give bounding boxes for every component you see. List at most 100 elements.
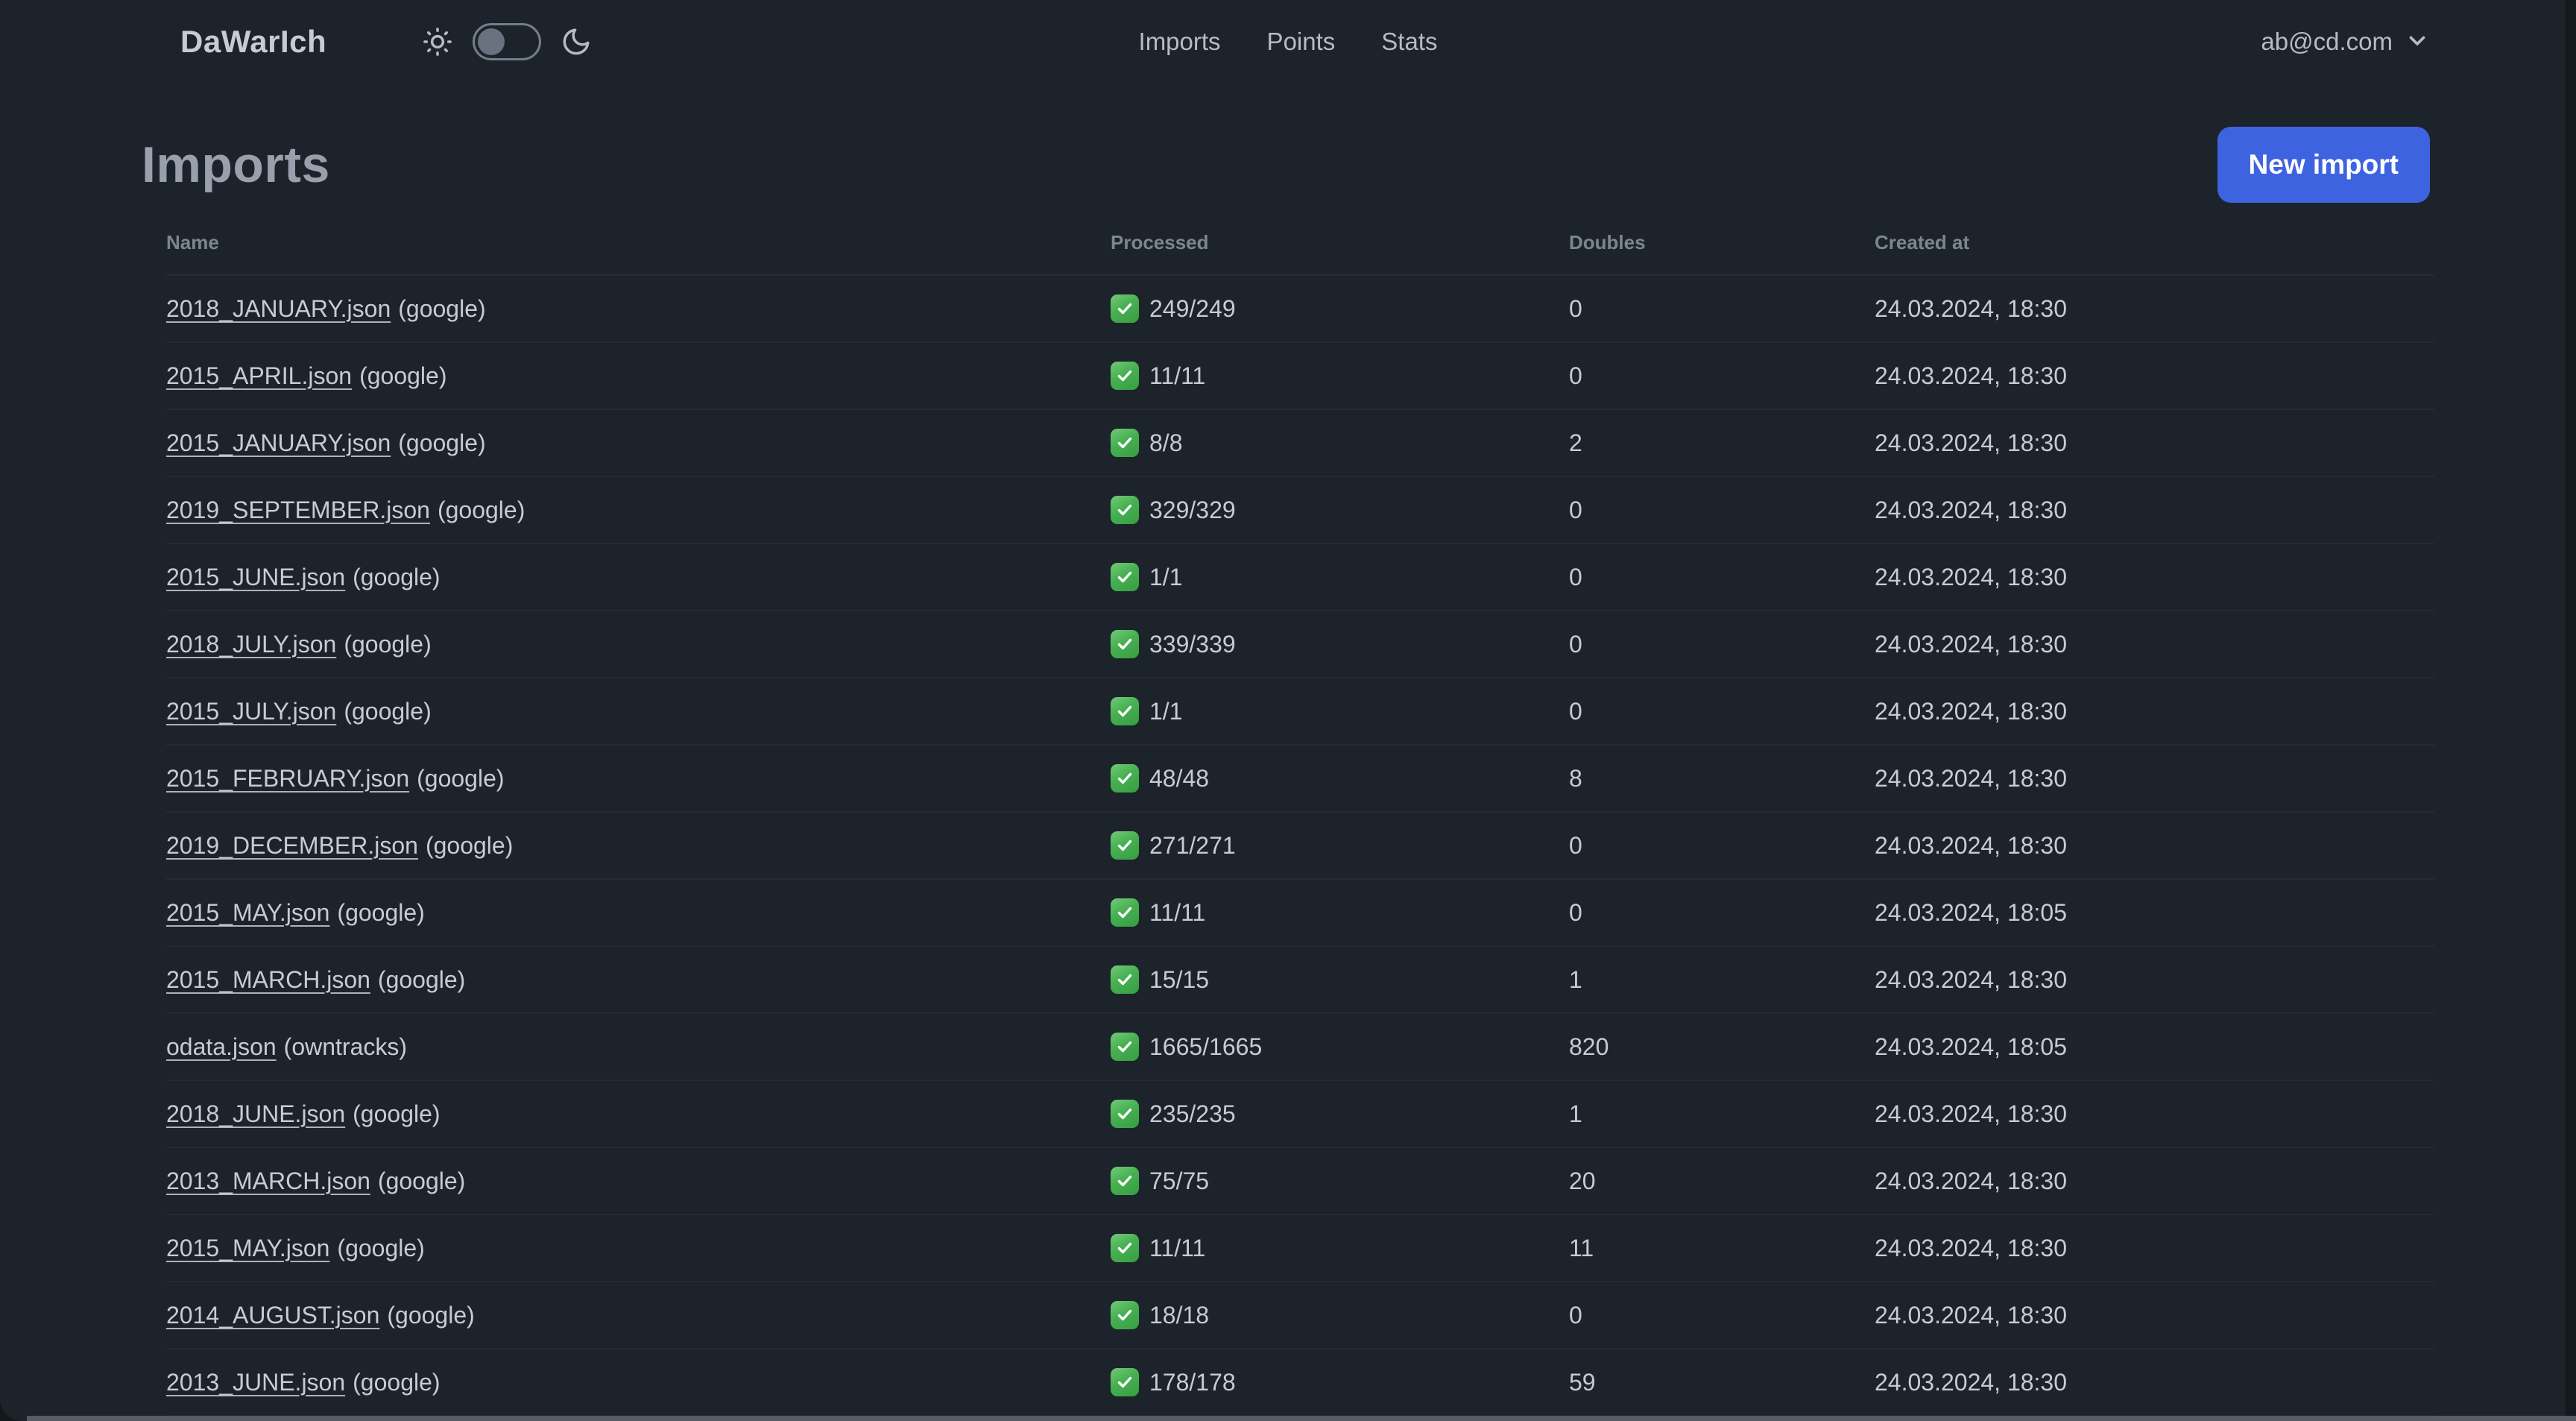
processed-cell: 339/339: [1111, 630, 1569, 658]
processed-cell: 11/11: [1111, 898, 1569, 927]
new-import-button[interactable]: New import: [2217, 127, 2430, 203]
processed-cell: 75/75: [1111, 1167, 1569, 1195]
processed-cell: 1/1: [1111, 697, 1569, 725]
table-row: 2015_JUNE.json (google) 1/1 0 24.03.2024,…: [166, 544, 2434, 611]
import-file-link[interactable]: 2015_JUNE.json: [166, 564, 345, 590]
table-row: 2013_JUNE.json (google) 178/178 59 24.03.…: [166, 1349, 2434, 1417]
theme-toggle[interactable]: [473, 23, 542, 60]
doubles-cell: 0: [1569, 563, 1582, 590]
success-check-icon: [1111, 831, 1139, 860]
import-name-cell: 2015_MAY.json (google): [166, 1235, 1111, 1262]
nav-item-points[interactable]: Points: [1267, 28, 1336, 56]
doubles-cell: 8: [1569, 764, 1582, 792]
import-file-link[interactable]: 2014_AUGUST.json: [166, 1302, 379, 1329]
import-source-label: (google): [377, 1167, 466, 1194]
column-header-doubles: Doubles: [1569, 230, 1646, 253]
import-file-link[interactable]: 2015_MARCH.json: [166, 966, 370, 993]
app-window: DaWarIch Imports Points Stats ab@cd.com …: [0, 0, 2576, 1421]
table-row: 2015_MAY.json (google) 11/11 0 24.03.2024…: [166, 880, 2434, 947]
import-name-cell: 2013_MARCH.json (google): [166, 1168, 1111, 1195]
import-name-cell: 2018_JULY.json (google): [166, 631, 1111, 658]
processed-count: 178/178: [1149, 1368, 1236, 1396]
import-file-link[interactable]: 2019_DECEMBER.json: [166, 832, 418, 859]
import-file-link[interactable]: odata.json: [166, 1033, 277, 1060]
doubles-cell: 0: [1569, 831, 1582, 859]
account-email: ab@cd.com: [2261, 28, 2393, 55]
import-name-cell: 2015_APRIL.json (google): [166, 362, 1111, 390]
import-file-link[interactable]: 2015_APRIL.json: [166, 362, 352, 389]
chevron-down-icon: [2405, 28, 2430, 57]
theme-toggle-group: [422, 23, 592, 60]
import-file-link[interactable]: 2013_JUNE.json: [166, 1369, 345, 1396]
import-file-link[interactable]: 2015_JANUARY.json: [166, 429, 391, 456]
import-file-link[interactable]: 2019_SEPTEMBER.json: [166, 497, 430, 523]
processed-count: 339/339: [1149, 630, 1236, 658]
import-source-label: (google): [387, 1301, 475, 1329]
processed-count: 11/11: [1149, 362, 1206, 389]
doubles-cell: 0: [1569, 630, 1582, 658]
import-source-label: (google): [417, 764, 505, 792]
processed-cell: 18/18: [1111, 1301, 1569, 1329]
import-file-link[interactable]: 2015_FEBRUARY.json: [166, 765, 409, 792]
navbar: DaWarIch Imports Points Stats ab@cd.com: [0, 0, 2576, 84]
created-at-cell: 24.03.2024, 18:30: [1875, 630, 2068, 658]
theme-toggle-knob: [478, 28, 505, 55]
processed-count: 11/11: [1149, 1234, 1206, 1261]
table-row: 2014_AUGUST.json (google) 18/18 0 24.03.2…: [166, 1282, 2434, 1349]
processed-cell: 1665/1665: [1111, 1033, 1569, 1061]
created-at-cell: 24.03.2024, 18:30: [1875, 563, 2068, 590]
app-logo[interactable]: DaWarIch: [180, 24, 326, 60]
import-name-cell: 2013_JUNE.json (google): [166, 1369, 1111, 1396]
table-row: 2019_SEPTEMBER.json (google) 329/329 0 24…: [166, 477, 2434, 544]
processed-cell: 15/15: [1111, 965, 1569, 994]
created-at-cell: 24.03.2024, 18:30: [1875, 831, 2068, 859]
import-file-link[interactable]: 2018_JUNE.json: [166, 1100, 345, 1127]
doubles-cell: 11: [1569, 1234, 1594, 1261]
import-file-link[interactable]: 2018_JANUARY.json: [166, 295, 391, 322]
account-menu[interactable]: ab@cd.com: [2261, 28, 2430, 57]
success-check-icon: [1111, 898, 1139, 927]
import-name-cell: 2014_AUGUST.json (google): [166, 1302, 1111, 1329]
created-at-cell: 24.03.2024, 18:30: [1875, 1368, 2068, 1396]
page-head: Imports New import: [142, 127, 2430, 203]
success-check-icon: [1111, 965, 1139, 994]
success-check-icon: [1111, 496, 1139, 524]
created-at-cell: 24.03.2024, 18:30: [1875, 697, 2068, 725]
imports-table: Name Processed Doubles Created at 2018_J…: [166, 210, 2434, 1421]
doubles-cell: 0: [1569, 496, 1582, 523]
nav-item-imports[interactable]: Imports: [1139, 28, 1221, 56]
import-name-cell: 2018_JUNE.json (google): [166, 1100, 1111, 1128]
doubles-cell: 820: [1569, 1033, 1609, 1060]
success-check-icon: [1111, 697, 1139, 725]
success-check-icon: [1111, 362, 1139, 390]
import-source-label: (google): [377, 965, 466, 993]
import-name-cell: 2018_JANUARY.json (google): [166, 295, 1111, 323]
success-check-icon: [1111, 1033, 1139, 1061]
horizontal-scrollbar[interactable]: [27, 1416, 2576, 1421]
import-name-cell: 2015_JUNE.json (google): [166, 564, 1111, 591]
import-file-link[interactable]: 2018_JULY.json: [166, 631, 336, 658]
import-source-label: (google): [359, 362, 447, 389]
doubles-cell: 0: [1569, 898, 1582, 926]
import-file-link[interactable]: 2015_JULY.json: [166, 698, 336, 725]
processed-count: 18/18: [1149, 1301, 1210, 1329]
processed-cell: 11/11: [1111, 362, 1569, 390]
table-row: 2013_MARCH.json (google) 75/75 20 24.03.2…: [166, 1148, 2434, 1215]
processed-count: 48/48: [1149, 764, 1210, 792]
import-file-link[interactable]: 2015_MAY.json: [166, 899, 329, 926]
table-header-row: Name Processed Doubles Created at: [166, 210, 2434, 276]
created-at-cell: 24.03.2024, 18:05: [1875, 898, 2068, 926]
import-file-link[interactable]: 2015_MAY.json: [166, 1235, 329, 1261]
success-check-icon: [1111, 429, 1139, 457]
success-check-icon: [1111, 1301, 1139, 1329]
doubles-cell: 1: [1569, 1100, 1582, 1127]
processed-cell: 11/11: [1111, 1234, 1569, 1262]
sun-icon: [422, 26, 453, 57]
table-row: 2015_APRIL.json (google) 11/11 0 24.03.20…: [166, 343, 2434, 410]
doubles-cell: 0: [1569, 294, 1582, 322]
import-file-link[interactable]: 2013_MARCH.json: [166, 1168, 370, 1194]
page-title: Imports: [142, 136, 330, 193]
created-at-cell: 24.03.2024, 18:30: [1875, 1167, 2068, 1194]
vertical-scrollbar-track[interactable]: [2566, 0, 2576, 1421]
nav-item-stats[interactable]: Stats: [1381, 28, 1437, 56]
